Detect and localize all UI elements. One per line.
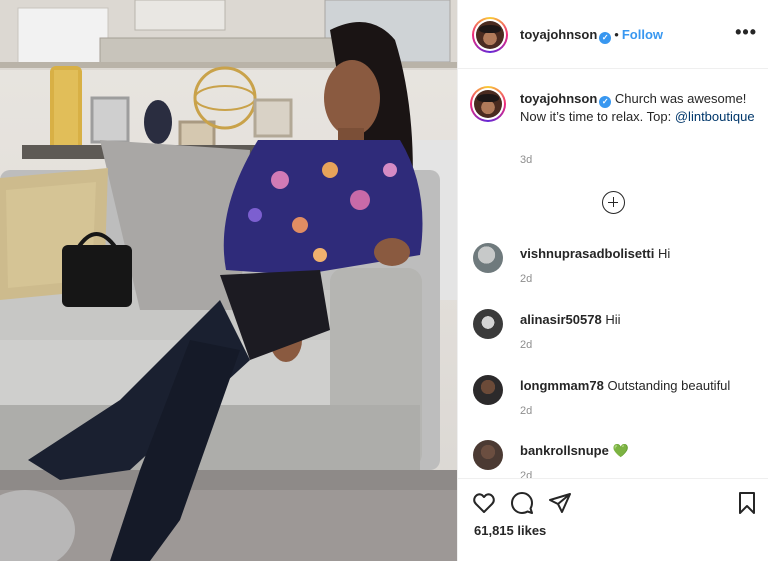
post-photo-illustration <box>0 0 457 561</box>
verified-badge-icon: ✓ <box>599 32 612 44</box>
paper-plane-icon[interactable] <box>548 491 572 515</box>
post-action-bar: 61,815 likes <box>458 478 768 561</box>
comment-text: Hi <box>658 246 671 261</box>
commenter-avatar[interactable] <box>473 440 503 470</box>
comment-item: alinasir50578 Hii 2d <box>458 309 768 369</box>
comment-body: vishnuprasadbolisetti Hi <box>520 246 760 261</box>
heart-icon[interactable] <box>472 491 496 515</box>
caption-mention-link[interactable]: @lintboutique <box>675 109 755 124</box>
caption-author-avatar[interactable] <box>470 86 506 122</box>
comment-timestamp[interactable]: 2d <box>520 339 532 351</box>
caption-timestamp[interactable]: 3d <box>520 154 532 166</box>
comment-bubble-icon[interactable] <box>510 491 534 515</box>
author-line: toyajohnson ✓ • Follow <box>520 27 663 44</box>
post-header: toyajohnson ✓ • Follow ••• <box>458 0 768 69</box>
comment-item: longmmam78 Outstanding beautiful 2d <box>458 375 768 435</box>
commenter-username[interactable]: vishnuprasadbolisetti <box>520 246 654 261</box>
commenter-username[interactable]: alinasir50578 <box>520 312 602 327</box>
author-avatar[interactable] <box>472 17 508 53</box>
instagram-post-view: toyajohnson ✓ • Follow ••• toyajohnson ✓ Chu… <box>0 0 768 561</box>
comment-item: vishnuprasadbolisetti Hi 2d <box>458 243 768 303</box>
caption-username[interactable]: toyajohnson <box>520 91 597 106</box>
caption-text-block: toyajohnson ✓ Church was awesome! Now it’… <box>520 90 760 126</box>
commenter-avatar[interactable] <box>473 375 503 405</box>
commenter-username[interactable]: bankrollsnupe <box>520 443 609 458</box>
post-photo[interactable] <box>0 0 457 561</box>
comment-body: bankrollsnupe 💚 <box>520 443 760 459</box>
commenter-username[interactable]: longmmam78 <box>520 378 604 393</box>
comment-text: Hii <box>605 312 621 327</box>
comment-body: longmmam78 Outstanding beautiful <box>520 378 760 393</box>
bookmark-icon[interactable] <box>735 491 759 515</box>
author-username[interactable]: toyajohnson <box>520 27 597 42</box>
comment-body: alinasir50578 Hii <box>520 312 760 327</box>
green-heart-emoji: 💚 <box>612 443 629 458</box>
commenter-avatar[interactable] <box>473 243 503 273</box>
comment-timestamp[interactable]: 2d <box>520 273 532 285</box>
comment-text: Outstanding beautiful <box>607 378 731 393</box>
likes-count[interactable]: 61,815 likes <box>474 523 546 538</box>
follow-button[interactable]: Follow <box>622 27 663 42</box>
post-side-panel: toyajohnson ✓ • Follow ••• toyajohnson ✓ Chu… <box>457 0 768 561</box>
separator-dot: • <box>614 27 619 42</box>
commenter-avatar[interactable] <box>473 309 503 339</box>
verified-badge-icon: ✓ <box>599 96 612 108</box>
load-more-comments-icon[interactable] <box>602 191 625 214</box>
comment-timestamp[interactable]: 2d <box>520 405 532 417</box>
more-options-icon[interactable]: ••• <box>735 22 757 43</box>
